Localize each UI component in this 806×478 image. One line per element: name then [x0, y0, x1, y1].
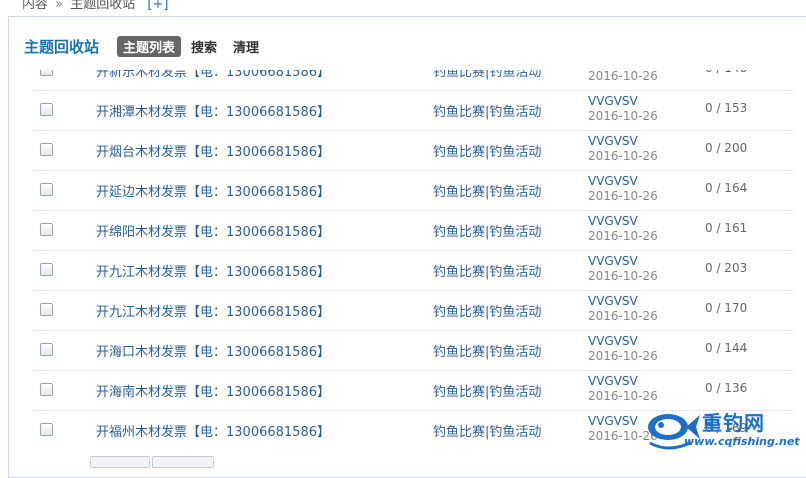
toolbar: 主题回收站 主题列表 搜索 清理 [24, 35, 269, 57]
post-date: 2016-10-26 [588, 229, 658, 243]
forum-link[interactable]: 钓鱼比赛|钓鱼活动 [433, 101, 541, 120]
table-row: 开新乐木材发票【电：13006681586】钓鱼比赛|钓鱼活动VVGVSV201… [33, 70, 793, 91]
breadcrumb: 内容 » 主题回收站 [+] [22, 0, 168, 12]
reply-view-count: 0 / 170 [705, 301, 748, 315]
forum-link[interactable]: 钓鱼比赛|钓鱼活动 [433, 301, 541, 320]
table-row: 开绵阳木材发票【电：13006681586】 钓鱼比赛|钓鱼活动 VVGVSV 201… [33, 210, 793, 251]
forum-link[interactable]: 钓鱼比赛|钓鱼活动 [433, 421, 541, 440]
table-row: 开九江木材发票【电：13006681586】 钓鱼比赛|钓鱼活动 VVGVSV 201… [33, 290, 793, 331]
thread-subject-link[interactable]: 开海口木材发票【电：13006681586】 [96, 341, 330, 360]
author-link[interactable]: VVGVSV [588, 334, 638, 348]
page-title: 主题回收站 [24, 37, 100, 56]
tab-clean[interactable]: 清理 [227, 36, 265, 57]
add-shortcut-link[interactable]: [+] [147, 0, 168, 12]
table-row: 开九江木材发票【电：13006681586】 钓鱼比赛|钓鱼活动 VVGVSV 201… [33, 250, 793, 291]
row-checkbox[interactable] [40, 103, 53, 116]
row-checkbox[interactable] [40, 223, 53, 236]
author-link[interactable]: VVGVSV [588, 214, 638, 228]
breadcrumb-recycle-bin: 主题回收站 [70, 0, 136, 12]
row-checkbox[interactable] [40, 383, 53, 396]
watermark-url: www.cqfishing.net [684, 435, 800, 448]
reply-view-count: 0 / 144 [705, 341, 748, 355]
author-link[interactable]: VVGVSV [588, 94, 638, 108]
tab-thread-list[interactable]: 主题列表 [117, 35, 182, 57]
post-date: 2016-10-26 [588, 109, 658, 123]
row-checkbox[interactable] [40, 263, 53, 276]
thread-subject-link[interactable]: 开九江木材发票【电：13006681586】 [96, 261, 330, 280]
forum-link[interactable]: 钓鱼比赛|钓鱼活动 [433, 341, 541, 360]
table-row: 开延边木材发票【电：13006681586】 钓鱼比赛|钓鱼活动 VVGVSV 201… [33, 170, 793, 211]
site-watermark: 重钓网 www.cqfishing.net [642, 405, 800, 455]
forum-link[interactable]: 钓鱼比赛|钓鱼活动 [433, 70, 541, 80]
author-link[interactable]: VVGVSV [588, 254, 638, 268]
post-date: 2016-10-26 [588, 349, 658, 363]
reply-view-count: 0 / 200 [705, 141, 748, 155]
watermark-title: 重钓网 [702, 411, 765, 435]
row-checkbox[interactable] [40, 423, 53, 436]
reply-view-count: 0 / 148 [705, 70, 747, 75]
post-date: 2016-10-26 [588, 269, 658, 283]
thread-subject-link[interactable]: 开海南木材发票【电：13006681586】 [96, 381, 330, 400]
forum-link[interactable]: 钓鱼比赛|钓鱼活动 [433, 181, 541, 200]
author-link[interactable]: VVGVSV [588, 414, 638, 428]
reply-view-count: 0 / 203 [705, 261, 748, 275]
post-date: 2016-10-26 [588, 189, 658, 203]
thread-subject-link[interactable]: 开福州木材发票【电：13006681586】 [96, 421, 330, 440]
table-row: 开海口木材发票【电：13006681586】 钓鱼比赛|钓鱼活动 VVGVSV 201… [33, 330, 793, 371]
thread-list: 开新乐木材发票【电：13006681586】钓鱼比赛|钓鱼活动VVGVSV201… [33, 70, 793, 450]
author-link[interactable]: VVGVSV [588, 174, 638, 188]
reply-view-count: 0 / 153 [705, 101, 748, 115]
bottom-button-2[interactable] [152, 456, 214, 468]
post-date: 2016-10-26 [588, 70, 658, 83]
post-date: 2016-10-26 [588, 149, 658, 163]
forum-link[interactable]: 钓鱼比赛|钓鱼活动 [433, 381, 541, 400]
row-checkbox[interactable] [40, 70, 53, 76]
row-checkbox[interactable] [40, 303, 53, 316]
post-date: 2016-10-26 [588, 309, 658, 323]
table-row: 开烟台木材发票【电：13006681586】 钓鱼比赛|钓鱼活动 VVGVSV 201… [33, 130, 793, 171]
row-checkbox[interactable] [40, 143, 53, 156]
breadcrumb-separator: » [55, 0, 64, 12]
reply-view-count: 0 / 136 [705, 381, 748, 395]
row-checkbox[interactable] [40, 183, 53, 196]
thread-subject-link[interactable]: 开新乐木材发票【电：13006681586】 [96, 70, 330, 80]
breadcrumb-content[interactable]: 内容 [22, 0, 48, 12]
forum-link[interactable]: 钓鱼比赛|钓鱼活动 [433, 141, 541, 160]
forum-link[interactable]: 钓鱼比赛|钓鱼活动 [433, 261, 541, 280]
row-checkbox[interactable] [40, 343, 53, 356]
thread-subject-link[interactable]: 开延边木材发票【电：13006681586】 [96, 181, 330, 200]
author-link[interactable]: VVGVSV [588, 294, 638, 308]
tab-search[interactable]: 搜索 [185, 36, 223, 57]
thread-subject-link[interactable]: 开烟台木材发票【电：13006681586】 [96, 141, 330, 160]
post-date: 2016-10-26 [588, 389, 658, 403]
thread-subject-link[interactable]: 开九江木材发票【电：13006681586】 [96, 301, 330, 320]
author-link[interactable]: VVGVSV [588, 374, 638, 388]
table-row: 开湘潭木材发票【电：13006681586】 钓鱼比赛|钓鱼活动 VVGVSV 201… [33, 90, 793, 131]
forum-link[interactable]: 钓鱼比赛|钓鱼活动 [433, 221, 541, 240]
reply-view-count: 0 / 164 [705, 181, 748, 195]
bottom-button-1[interactable] [90, 456, 150, 468]
reply-view-count: 0 / 161 [705, 221, 748, 235]
thread-subject-link[interactable]: 开绵阳木材发票【电：13006681586】 [96, 221, 330, 240]
author-link[interactable]: VVGVSV [588, 134, 638, 148]
thread-subject-link[interactable]: 开湘潭木材发票【电：13006681586】 [96, 101, 330, 120]
